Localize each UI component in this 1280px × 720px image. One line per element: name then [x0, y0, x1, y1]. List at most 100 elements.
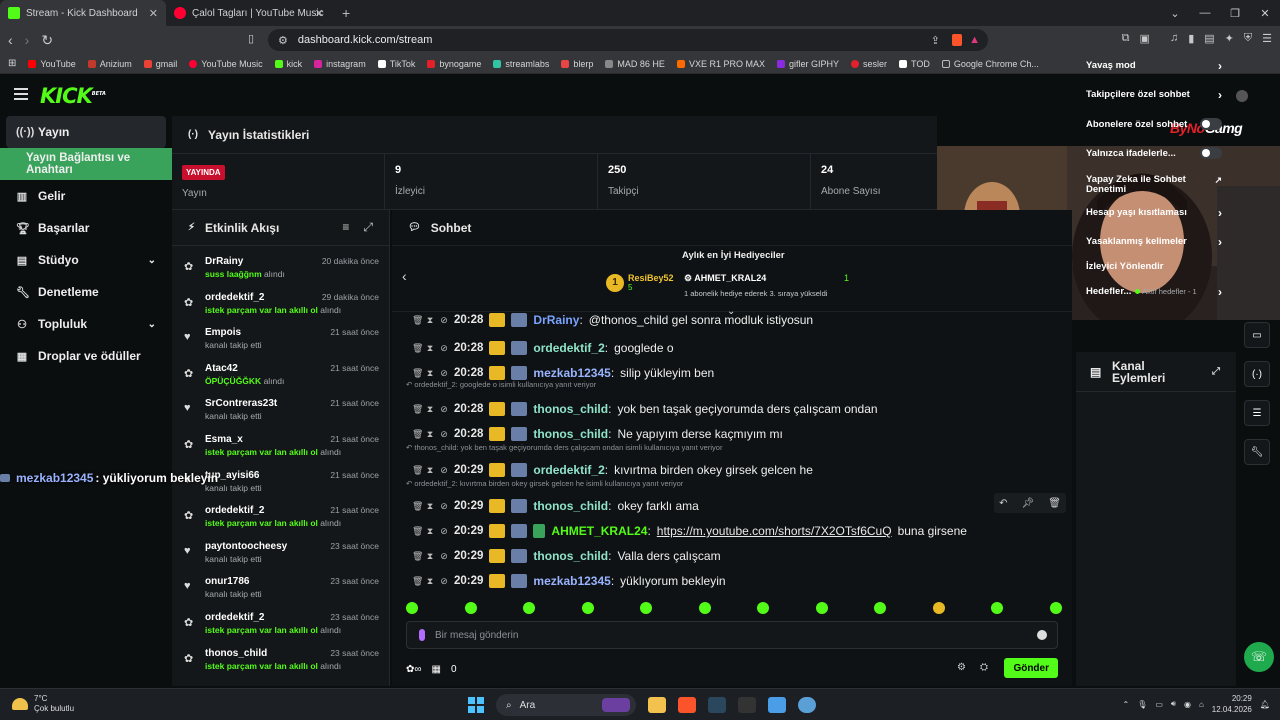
reply-context[interactable]: ↶ thonos_child: yok ben taşak geçiyorumd… [406, 443, 722, 452]
extension-icon[interactable]: ⧉ [1122, 32, 1130, 45]
share-icon[interactable]: ⇪ [931, 34, 940, 47]
chat-input[interactable]: Bir mesaj gönderin [406, 621, 1058, 649]
message-username[interactable]: DrRainy [533, 313, 579, 327]
ban-icon[interactable]: ⊘ [440, 465, 448, 476]
emoji-icon[interactable] [1037, 630, 1047, 640]
channel-points-icon[interactable]: ✿∞ [406, 664, 422, 675]
delete-icon[interactable]: 🗑︎ [412, 465, 423, 476]
mod-tools-icon[interactable]: ⛭ [980, 662, 988, 673]
popout-icon[interactable]: ⤢ [1212, 366, 1220, 378]
windows-start-icon[interactable] [468, 697, 484, 713]
stack-rail-icon[interactable]: ☰ [1244, 400, 1270, 426]
message-username[interactable]: thonos_child [533, 427, 608, 441]
bookmark-sesler[interactable]: sesler [850, 59, 887, 69]
timeout-icon[interactable]: ⧗ [426, 465, 434, 476]
message-username[interactable]: ordedektif_2 [533, 463, 604, 477]
back-icon[interactable]: ‹ [8, 32, 13, 49]
tab-youtube-music[interactable]: Çalol Tagları | YouTube Music ✕ [166, 0, 332, 26]
delete-icon[interactable]: 🗑︎ [412, 343, 423, 354]
microphone-icon[interactable] [419, 629, 425, 641]
emote-icon[interactable] [874, 602, 887, 614]
bookmark-mad86[interactable]: MAD 86 HE [605, 59, 665, 69]
site-info-icon[interactable]: ⚙ [278, 34, 288, 47]
emote-icon[interactable] [991, 602, 1004, 614]
ban-icon[interactable]: ⊘ [440, 429, 448, 440]
delete-icon[interactable]: 🗑︎ [412, 526, 423, 537]
bookmark-gmail[interactable]: gmail [143, 59, 177, 69]
chat-message[interactable]: 🗑︎ ⧗ ⊘ 20:29 thonos_child: Valla ders çalışca… [412, 544, 721, 568]
bookmark-streamlabs[interactable]: streamlabs [493, 59, 549, 69]
gifter-first[interactable]: 1 ResiBey52 5 [606, 273, 674, 292]
epic-games-icon[interactable] [738, 697, 756, 713]
message-username[interactable]: thonos_child [533, 402, 608, 416]
bookmark-blerp[interactable]: blerp [561, 59, 593, 69]
bookmark-kick[interactable]: kick [274, 59, 302, 69]
bookmark-tiktok[interactable]: TikTok [377, 59, 415, 69]
url-field[interactable]: ⚙ dashboard.kick.com/stream ⇪ ▲ [268, 29, 988, 51]
help-bubble-icon[interactable]: ☏ [1244, 642, 1274, 672]
music-icon[interactable]: ♫ [1170, 32, 1178, 45]
bookmark-youtube[interactable]: YouTube [28, 59, 76, 69]
activity-item[interactable]: ✿ ordedektif_2 23 saat önce istek parçam va… [172, 602, 389, 638]
new-tab-icon[interactable]: + [332, 0, 360, 26]
gift-icon[interactable]: ▦ [432, 664, 441, 675]
delete-icon[interactable]: 🗑︎ [1048, 498, 1061, 509]
emote-icon[interactable] [815, 602, 828, 614]
leo-icon[interactable]: ✦ [1225, 32, 1234, 45]
ban-icon[interactable]: ⊘ [440, 526, 448, 537]
emote-icon[interactable] [640, 602, 653, 614]
emote-icon[interactable] [464, 602, 477, 614]
speaker-icon[interactable]: 🔊︎ [1171, 699, 1176, 709]
mic-icon[interactable]: 🎙︎ [1137, 700, 1147, 709]
bookmark-icon[interactable]: ▯ [248, 32, 254, 45]
settings-app-icon[interactable] [798, 697, 816, 713]
reply-context[interactable]: ↶ ordedektif_2: googlede o isimli kullan… [406, 380, 596, 389]
message-username[interactable]: thonos_child [533, 549, 608, 563]
ban-icon[interactable]: ⊘ [440, 315, 448, 326]
activity-item[interactable]: ✿ ordedektif_2 21 saat önce istek parçam va… [172, 495, 389, 531]
taskbar-search[interactable]: ⌕ Ara [496, 694, 636, 716]
ban-icon[interactable]: ⊘ [440, 551, 448, 562]
channel-action-item[interactable]: Hesap yaşı kısıtlaması › [1086, 207, 1226, 219]
bookmark-instagram[interactable]: instagram [314, 59, 366, 69]
chat-message[interactable]: 🗑︎ ⧗ ⊘ 20:29 AHMET_KRAL24: https://m.youtube.… [412, 519, 967, 543]
delete-icon[interactable]: 🗑︎ [412, 368, 423, 379]
channel-action-item[interactable]: Yalnızca ifadelerle... [1086, 147, 1226, 159]
wallet-icon[interactable]: ▤ [1204, 32, 1214, 45]
activity-item[interactable]: ♥ onur1786 23 saat önce kanalı takip etti [172, 566, 389, 602]
message-username[interactable]: AHMET_KRAL24 [551, 524, 647, 538]
message-username[interactable]: thonos_child [533, 499, 608, 513]
toggle-switch[interactable] [1200, 118, 1222, 130]
sidebar-item-basarilar[interactable]: 🏆︎ Başarılar [0, 212, 172, 244]
vpn-icon[interactable]: ⛨ [1244, 32, 1252, 45]
timeout-icon[interactable]: ⧗ [426, 343, 434, 354]
activity-item[interactable]: ✿ thonos_child 23 saat önce istek parçam va… [172, 638, 389, 674]
chat-message[interactable]: 🗑︎ ⧗ ⊘ 20:29 thonos_child: okey farklı ama [412, 494, 699, 518]
settings-icon[interactable]: ⚙ [957, 662, 966, 673]
brave-rewards-icon[interactable]: ▲ [969, 34, 980, 46]
chat-rail-icon[interactable]: ▭ [1244, 322, 1270, 348]
user-avatar[interactable] [1236, 90, 1248, 102]
sidebar-icon[interactable]: ▮ [1188, 32, 1194, 45]
message-username[interactable]: ordedektif_2 [533, 341, 604, 355]
network-icon[interactable]: ⌂ [1199, 700, 1204, 709]
bookmark-bynogame[interactable]: bynogame [427, 59, 481, 69]
weather-widget[interactable]: 7°C Çok bulutlu [12, 694, 74, 714]
channel-action-item[interactable]: İzleyici Yönlendir [1086, 262, 1226, 272]
sidebar-item-gelir[interactable]: ▥ Gelir [0, 180, 172, 212]
reply-context[interactable]: ↶ ordedektif_2: kıvırtma birden okey gir… [406, 479, 683, 488]
timeout-icon[interactable]: ⧗ [426, 404, 434, 415]
close-tab-icon[interactable]: ✕ [315, 7, 324, 20]
activity-item[interactable]: ✿ Esma_x 21 saat önce istek parçam var lan … [172, 424, 389, 460]
ban-icon[interactable]: ⊘ [440, 368, 448, 379]
filter-icon[interactable]: ≡ [342, 220, 349, 235]
emote-icon[interactable] [581, 602, 594, 614]
delete-icon[interactable]: 🗑︎ [412, 551, 423, 562]
channel-action-item[interactable]: Yavaş mod › [1086, 60, 1226, 72]
steam-icon[interactable] [708, 697, 726, 713]
close-window-icon[interactable]: ✕ [1250, 0, 1280, 26]
kick-logo[interactable]: KICKBETA [40, 84, 106, 108]
activity-item[interactable]: ♥ Empois 21 saat önce kanalı takip etti [172, 317, 389, 353]
timeout-icon[interactable]: ⧗ [426, 501, 434, 512]
maximize-icon[interactable]: ❐ [1220, 0, 1250, 26]
